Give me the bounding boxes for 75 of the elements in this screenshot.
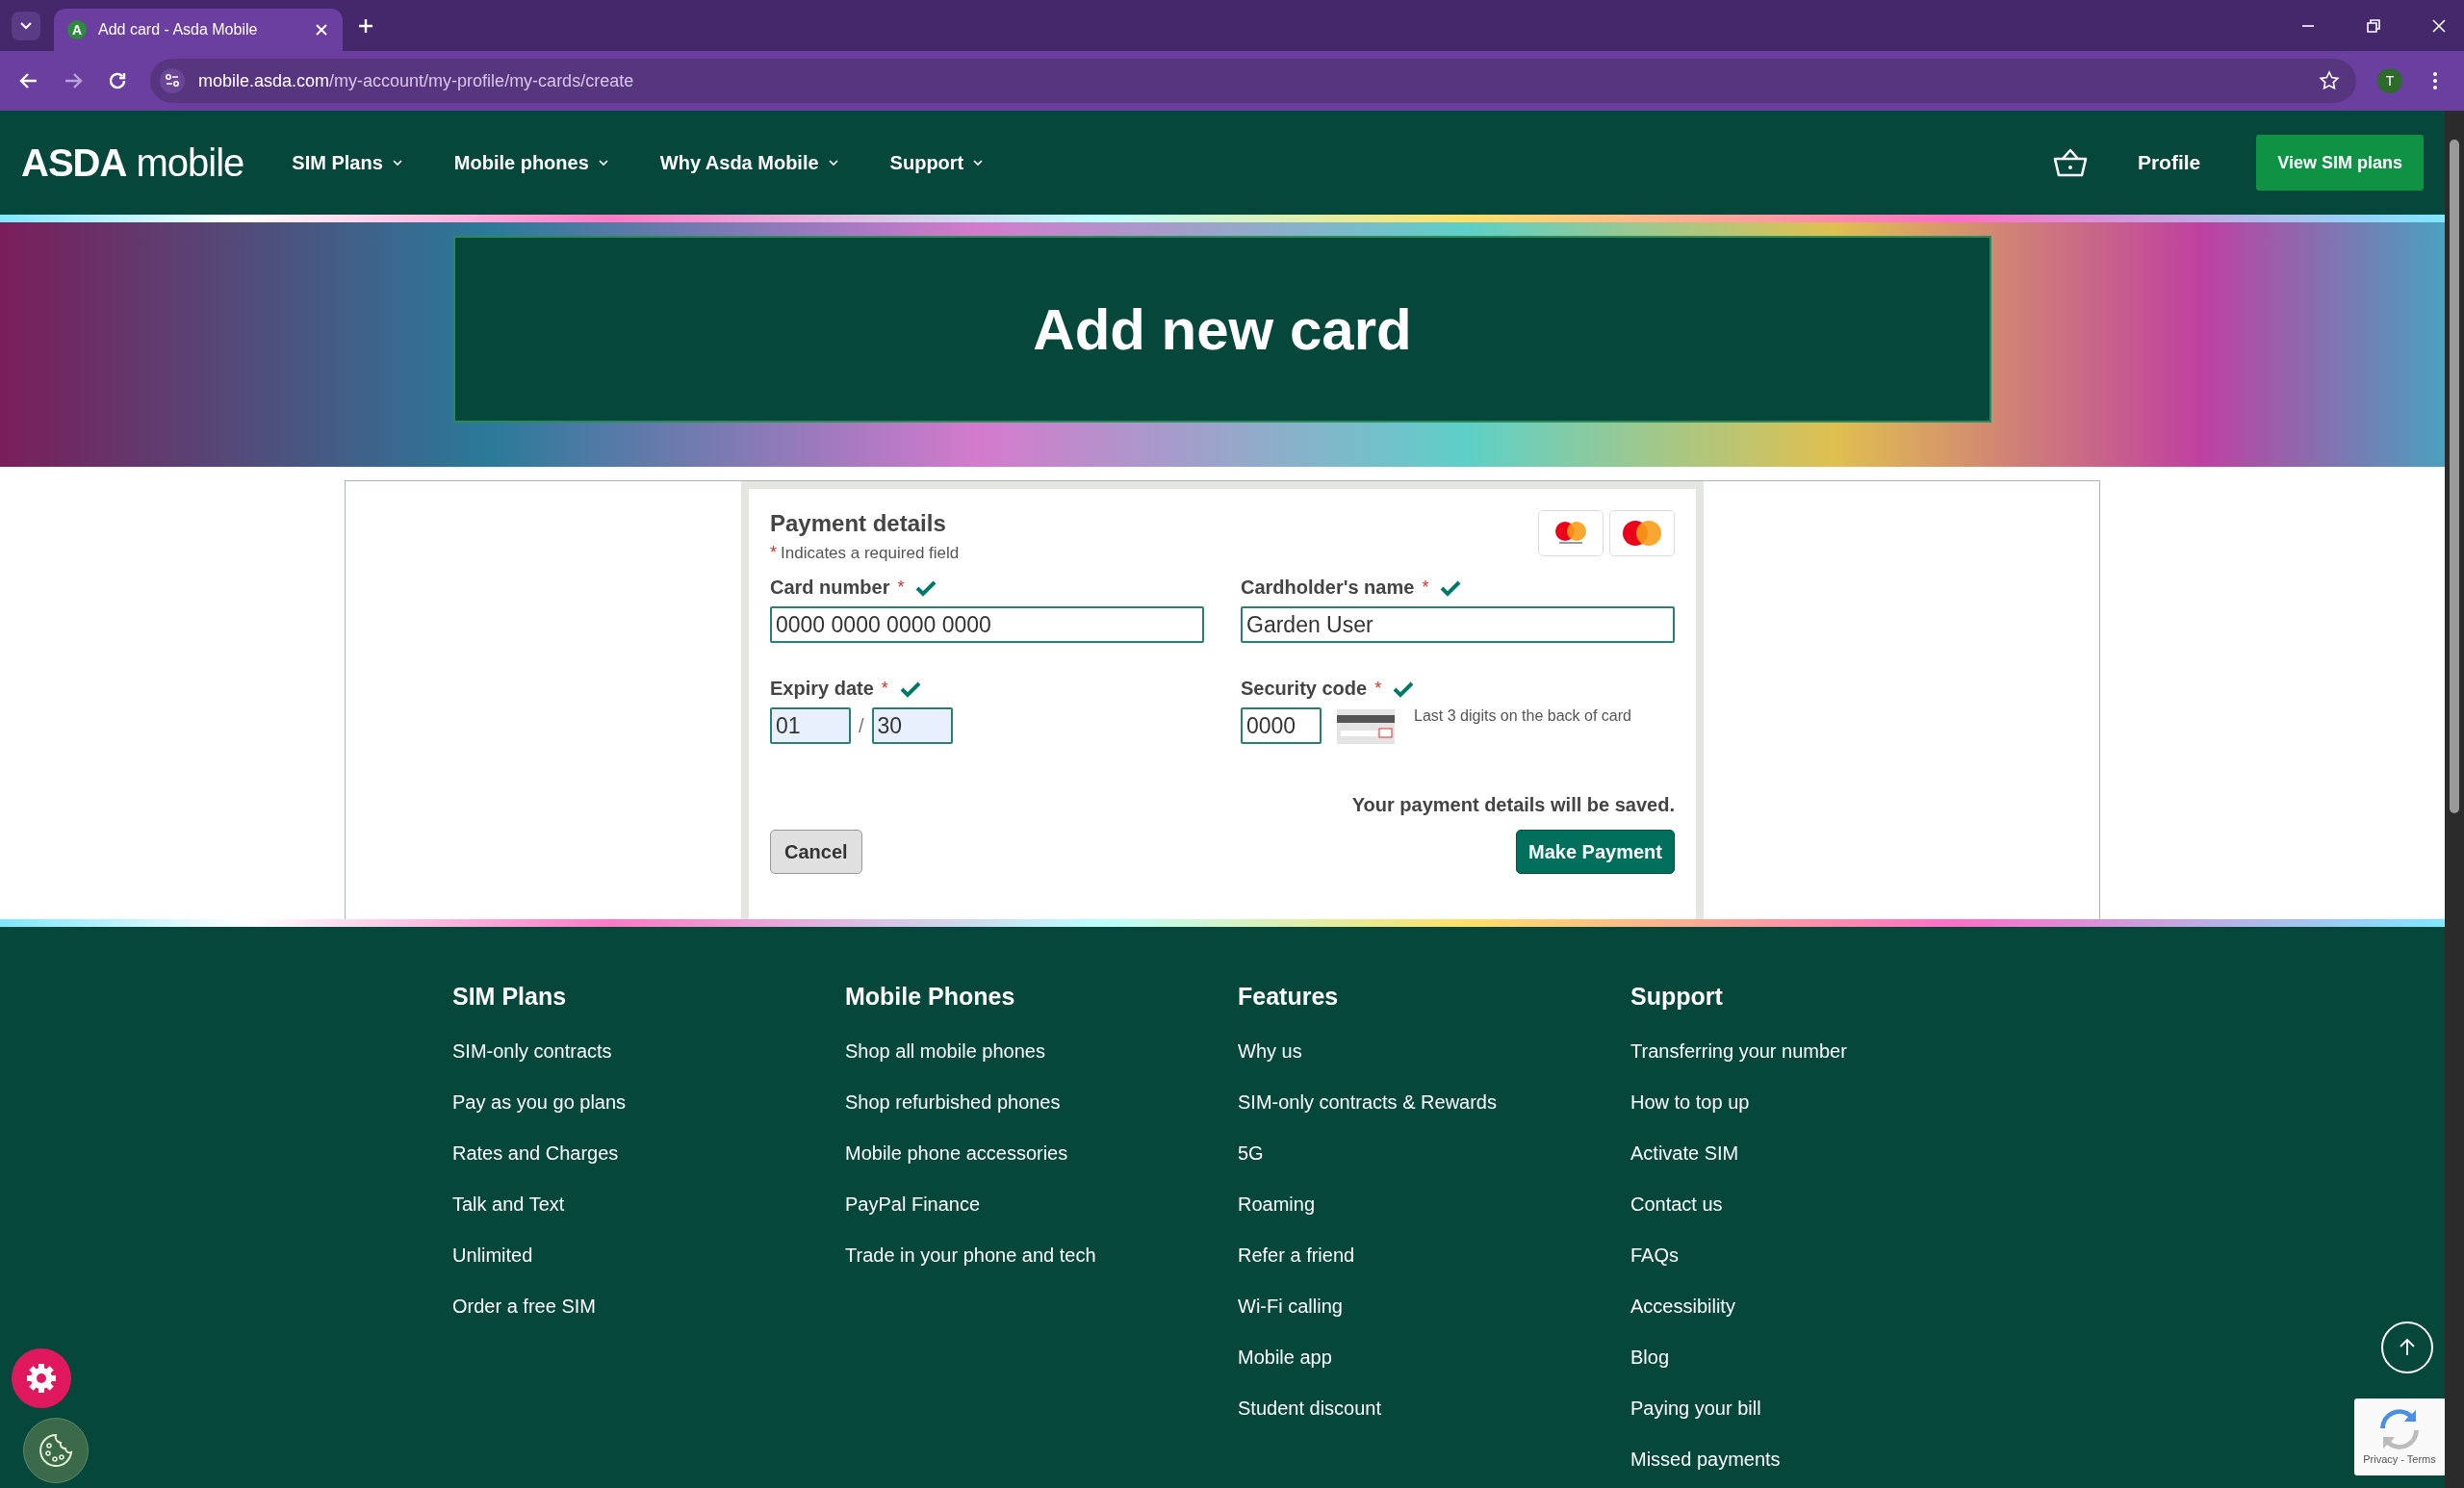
footer-link[interactable]: Accessibility [1630, 1281, 2023, 1332]
url-text: mobile.asda.com/my-account/my-profile/my-cards/create [198, 70, 634, 91]
footer-link[interactable]: Pay as you go plans [452, 1077, 845, 1128]
footer-link[interactable]: Paying your bill [1630, 1383, 2023, 1434]
footer-link[interactable]: Order a free SIM [452, 1281, 845, 1332]
footer-link[interactable]: Why us [1238, 1026, 1630, 1077]
footer-heading: Support [1630, 983, 1724, 1011]
view-sim-plans-button[interactable]: View SIM plans [2256, 135, 2424, 191]
tab-favicon: A [67, 20, 87, 39]
required-asterisk: * [897, 577, 905, 598]
footer-link[interactable]: 5G [1238, 1128, 1630, 1179]
footer-link[interactable]: Roaming [1238, 1179, 1630, 1230]
footer-link[interactable]: PayPal Finance [845, 1179, 1238, 1230]
footer-heading: Mobile Phones [845, 983, 1016, 1011]
address-bar[interactable]: mobile.asda.com/my-account/my-profile/my-cards/create [150, 59, 2356, 103]
back-to-top-button[interactable] [2381, 1321, 2433, 1373]
footer-link[interactable]: Blog [1630, 1332, 2023, 1383]
footer-link[interactable]: Mobile app [1238, 1332, 1630, 1383]
footer-link[interactable]: Refer a friend [1238, 1230, 1630, 1281]
footer-link[interactable]: Shop all mobile phones [845, 1026, 1238, 1077]
nav-menu-item[interactable]: Support [889, 151, 986, 174]
nav-menu-item[interactable]: Why Asda Mobile [659, 151, 840, 174]
cancel-button[interactable]: Cancel [770, 830, 862, 874]
footer-link[interactable]: Contact us [1630, 1179, 2023, 1230]
footer-link[interactable]: Student discount [1238, 1383, 1630, 1434]
required-asterisk: * [1422, 577, 1429, 598]
footer-link[interactable]: Wi-Fi calling [1238, 1281, 1630, 1332]
site-logo[interactable]: ASDA mobile [21, 141, 244, 185]
profile-link[interactable]: Profile [2137, 151, 2201, 174]
nav-menu-item[interactable]: Mobile phones [453, 151, 610, 174]
make-payment-button[interactable]: Make Payment [1516, 830, 1675, 874]
footer-link[interactable]: Activate SIM [1630, 1128, 2023, 1179]
security-code-field[interactable]: 0000 [1241, 707, 1322, 744]
text-input-field[interactable]: 0000 0000 0000 0000 [770, 606, 1204, 643]
footer-link[interactable]: Talk and Text [452, 1179, 845, 1230]
save-note: Your payment details will be saved. [1350, 794, 1675, 816]
date-separator: / [859, 714, 864, 738]
form-title: Payment details [770, 510, 947, 537]
field-label: Expiry date [770, 678, 874, 700]
footer-link[interactable]: SIM-only contracts [452, 1026, 845, 1077]
footer-link[interactable]: Mobile phone accessories [845, 1128, 1238, 1179]
close-icon[interactable] [314, 22, 329, 38]
tab-title: Add card - Asda Mobile [98, 21, 259, 38]
browser-tab[interactable]: A Add card - Asda Mobile [54, 9, 343, 51]
footer-link[interactable]: Missed payments [1630, 1434, 2023, 1485]
required-asterisk: * [1374, 679, 1382, 699]
footer-link[interactable]: Shop refurbished phones [845, 1077, 1238, 1128]
expiry-year-field[interactable]: 30 [871, 707, 953, 744]
field-label: Cardholder's name [1241, 577, 1415, 599]
text-input-field[interactable]: Garden User [1241, 606, 1675, 643]
required-asterisk: * [881, 679, 888, 699]
footer-link[interactable]: Unlimited [452, 1230, 845, 1281]
bookmark-star-icon[interactable] [2318, 69, 2341, 92]
footer-link[interactable]: Transferring your number [1630, 1026, 2023, 1077]
nav-menu-item[interactable]: SIM Plans [292, 151, 404, 174]
profile-avatar[interactable]: T [2377, 68, 2402, 93]
page-title: Add new card [1033, 295, 1412, 363]
security-code-hint: Last 3 digits on the back of card [1414, 707, 1631, 725]
field-label: Card number [770, 577, 890, 599]
footer-link[interactable]: Rates and Charges [452, 1128, 845, 1179]
tab-list-button[interactable] [12, 11, 40, 40]
field-label: Security code [1241, 678, 1368, 700]
recaptcha-links[interactable]: Privacy - Terms [2363, 1453, 2436, 1465]
required-note: * Indicates a required field [770, 543, 960, 563]
footer-link[interactable]: Trade in your phone and tech [845, 1230, 1238, 1281]
footer-link[interactable]: FAQs [1630, 1230, 2023, 1281]
footer-link[interactable]: How to top up [1630, 1077, 2023, 1128]
footer-heading: SIM Plans [452, 983, 568, 1011]
card-back-icon [1337, 707, 1395, 746]
scrollbar[interactable] [2445, 111, 2464, 1488]
footer-link[interactable]: SIM-only contracts & Rewards [1238, 1077, 1630, 1128]
chevron-down-icon [20, 21, 32, 30]
expiry-month-field[interactable]: 01 [770, 707, 851, 744]
site-settings-icon[interactable] [160, 68, 185, 93]
footer-heading: Features [1238, 983, 1340, 1011]
